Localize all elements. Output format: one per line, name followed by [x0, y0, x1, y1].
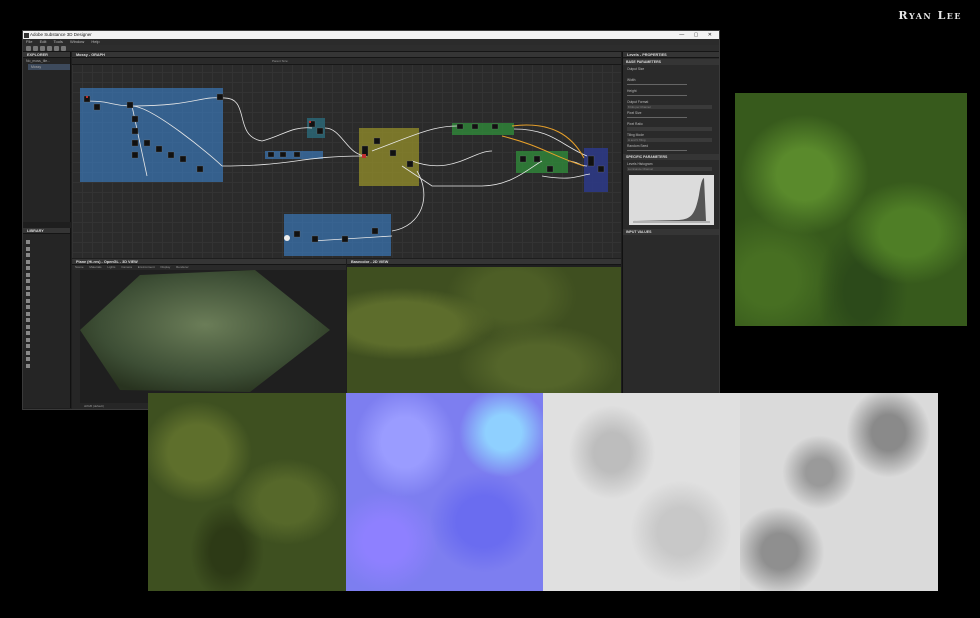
library-category-icon[interactable]: [26, 253, 30, 257]
library-category-icon[interactable]: [26, 279, 30, 283]
levels-histogram-prop: Levels Histogram Luminance Channel: [623, 160, 719, 171]
graph-view[interactable]: Mossy - GRAPH Parent Size:: [72, 52, 621, 258]
save-icon[interactable]: [40, 46, 45, 51]
histogram-channel-select[interactable]: Luminance Channel: [627, 167, 712, 171]
menu-file[interactable]: File: [26, 39, 32, 44]
output-size-width: Width: [623, 76, 719, 87]
library-category-icon[interactable]: [26, 285, 30, 290]
2d-view-panel: Basecolor - 2D VIEW: [347, 259, 621, 409]
input-values-header[interactable]: INPUT VALUES: [623, 229, 719, 235]
author-name: Ryan Lee: [898, 9, 962, 22]
properties-panel: Levels - PROPERTIES BASE PARAMETERS Outp…: [622, 52, 719, 408]
colorspace-select[interactable]: sRGB (default): [84, 404, 104, 408]
pixel-size-slider[interactable]: [627, 117, 687, 118]
library-category-icon[interactable]: [26, 259, 30, 264]
width-label: Width: [627, 78, 636, 82]
random-seed-label: Random Seed: [627, 144, 649, 148]
title-bar: Adobe Substance 3D Designer — ▢ ✕: [23, 31, 719, 39]
pixel-ratio-prop: Pixel Ratio: [623, 120, 719, 131]
normal-map: [346, 393, 543, 591]
basecolor-2d-preview[interactable]: [347, 267, 621, 409]
output-size-prop: Output Size: [623, 65, 719, 76]
save-all-icon[interactable]: [47, 46, 52, 51]
library-category-icon[interactable]: [26, 350, 30, 355]
3d-menu-display[interactable]: Display: [160, 265, 170, 269]
width-slider[interactable]: [627, 84, 687, 85]
library-category-icon[interactable]: [26, 246, 30, 251]
library-category-icon[interactable]: [26, 318, 30, 322]
library-category-icon[interactable]: [26, 240, 30, 244]
library-category-icon[interactable]: [26, 292, 30, 296]
library-category-icon[interactable]: [26, 266, 30, 270]
new-icon[interactable]: [26, 46, 31, 51]
3d-menu-camera[interactable]: Camera: [121, 265, 132, 269]
properties-title: Levels - PROPERTIES: [623, 52, 719, 58]
menu-window[interactable]: Window: [70, 39, 84, 44]
library-category-icon[interactable]: [26, 272, 30, 277]
app-logo-icon: [24, 32, 29, 38]
explorer-item[interactable]: Mossy: [28, 64, 70, 70]
library-category-icon[interactable]: [26, 331, 30, 335]
histogram-curve: [633, 178, 710, 223]
3d-menu-environment[interactable]: Environment: [138, 265, 155, 269]
levels-histogram-label: Levels Histogram: [627, 162, 653, 166]
library-title: LIBRARY: [23, 228, 70, 234]
main-toolbar: [23, 45, 719, 52]
pixel-size-label: Pixel Size: [627, 111, 642, 115]
height-label: Height: [627, 89, 637, 93]
library-panel: LIBRARY: [23, 228, 71, 408]
open-icon[interactable]: [33, 46, 38, 51]
node-input-icon[interactable]: [284, 235, 290, 241]
output-size-label: Output Size: [627, 67, 645, 71]
basecolor-map: [148, 393, 346, 591]
output-format-label: Output Format: [627, 100, 649, 104]
library-category-icon[interactable]: [26, 324, 30, 329]
menu-edit[interactable]: Edit: [40, 39, 47, 44]
library-category-icon[interactable]: [26, 363, 30, 368]
height-slider[interactable]: [627, 95, 687, 96]
library-category-icon[interactable]: [26, 357, 30, 361]
random-seed-prop: Random Seed: [623, 142, 719, 153]
undo-icon[interactable]: [54, 46, 59, 51]
3d-viewport[interactable]: [80, 270, 346, 398]
library-category-icon[interactable]: [26, 337, 30, 342]
frame-navy[interactable]: [584, 148, 608, 192]
graph-toolbar: Parent Size:: [72, 58, 621, 65]
menu-tools[interactable]: Tools: [54, 39, 63, 44]
height-map: [740, 393, 938, 591]
pixel-size-prop: Pixel Size: [623, 109, 719, 120]
node-graph-canvas[interactable]: [72, 66, 621, 258]
library-category-icon[interactable]: [26, 298, 30, 303]
3d-menu-renderer[interactable]: Renderer: [176, 265, 189, 269]
library-category-list: [26, 240, 30, 370]
3d-menu-lights[interactable]: Lights: [107, 265, 115, 269]
substance-designer-window: Adobe Substance 3D Designer — ▢ ✕ File E…: [22, 30, 720, 410]
moss-plane-mesh: [80, 270, 330, 392]
menu-help[interactable]: Help: [91, 39, 99, 44]
3d-menu-materials[interactable]: Materials: [89, 265, 101, 269]
grass-texture-preview: [735, 93, 967, 326]
library-category-icon[interactable]: [26, 311, 30, 316]
3d-view-sidebar: [72, 270, 80, 409]
tiling-mode-label: Tiling Mode: [627, 133, 644, 137]
redo-icon[interactable]: [61, 46, 66, 51]
library-category-icon[interactable]: [26, 344, 30, 348]
window-title: Adobe Substance 3D Designer: [30, 32, 92, 37]
output-size-height: Height: [623, 87, 719, 98]
window-controls[interactable]: — ▢ ✕: [679, 31, 716, 39]
output-format-prop: Output Format 8 bits per Channel: [623, 98, 719, 109]
roughness-map: [543, 393, 740, 591]
random-seed-slider[interactable]: [627, 150, 687, 151]
parent-size-label: Parent Size:: [272, 59, 289, 63]
explorer-panel: EXPLORER No_moss_tile... Mossy: [23, 52, 71, 222]
2d-view-title: Basecolor - 2D VIEW: [347, 259, 621, 265]
library-category-icon[interactable]: [26, 305, 30, 309]
levels-histogram[interactable]: [629, 175, 714, 225]
pixel-ratio-label: Pixel Ratio: [627, 122, 643, 126]
3d-view-panel: Plane (Hi-res) - OpenGL - 3D VIEW Scene …: [72, 259, 346, 409]
3d-menu-scene[interactable]: Scene: [75, 265, 84, 269]
tiling-mode-prop: Tiling Mode H and V Tiling: [623, 131, 719, 142]
